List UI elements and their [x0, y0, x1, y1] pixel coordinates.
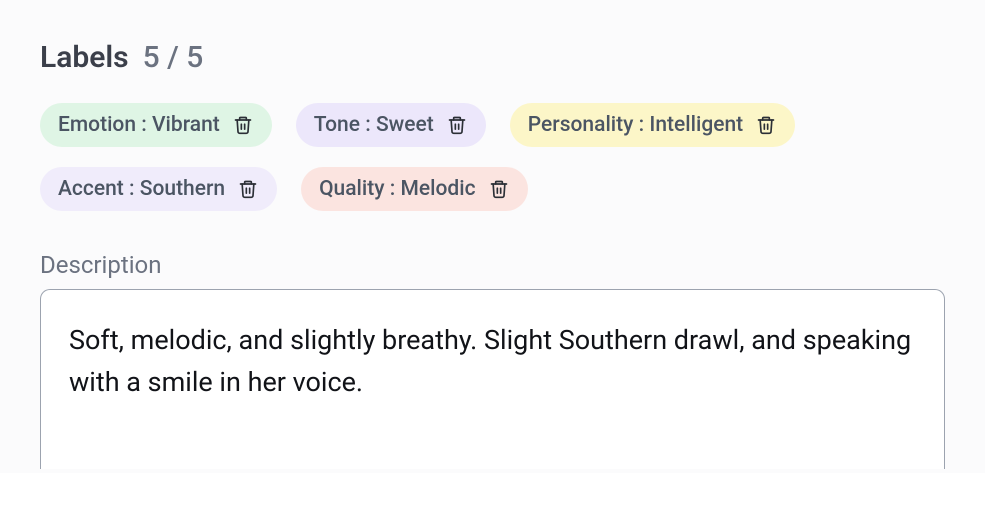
description-textarea[interactable]: [40, 289, 945, 469]
trash-icon[interactable]: [755, 114, 777, 136]
label-pill-text: Quality : Melodic: [319, 177, 475, 201]
trash-icon[interactable]: [232, 114, 254, 136]
label-pill-accent: Accent : Southern: [40, 167, 277, 211]
label-pill-text: Emotion : Vibrant: [58, 113, 220, 137]
labels-section: Labels 5 / 5 Emotion : Vibrant Tone : Swe…: [0, 0, 985, 473]
labels-title: Labels: [40, 40, 129, 75]
trash-icon[interactable]: [488, 178, 510, 200]
description-label: Description: [40, 251, 945, 279]
label-pill-emotion: Emotion : Vibrant: [40, 103, 272, 147]
label-pill-text: Tone : Sweet: [314, 113, 434, 137]
trash-icon[interactable]: [237, 178, 259, 200]
labels-count: 5 / 5: [143, 40, 204, 75]
trash-icon[interactable]: [446, 114, 468, 136]
label-pill-personality: Personality : Intelligent: [510, 103, 795, 147]
label-pill-quality: Quality : Melodic: [301, 167, 527, 211]
label-pill-text: Accent : Southern: [58, 177, 225, 201]
labels-row: Emotion : Vibrant Tone : Sweet Personality…: [40, 103, 945, 211]
label-pill-tone: Tone : Sweet: [296, 103, 486, 147]
labels-header: Labels 5 / 5: [40, 40, 945, 75]
label-pill-text: Personality : Intelligent: [528, 113, 743, 137]
